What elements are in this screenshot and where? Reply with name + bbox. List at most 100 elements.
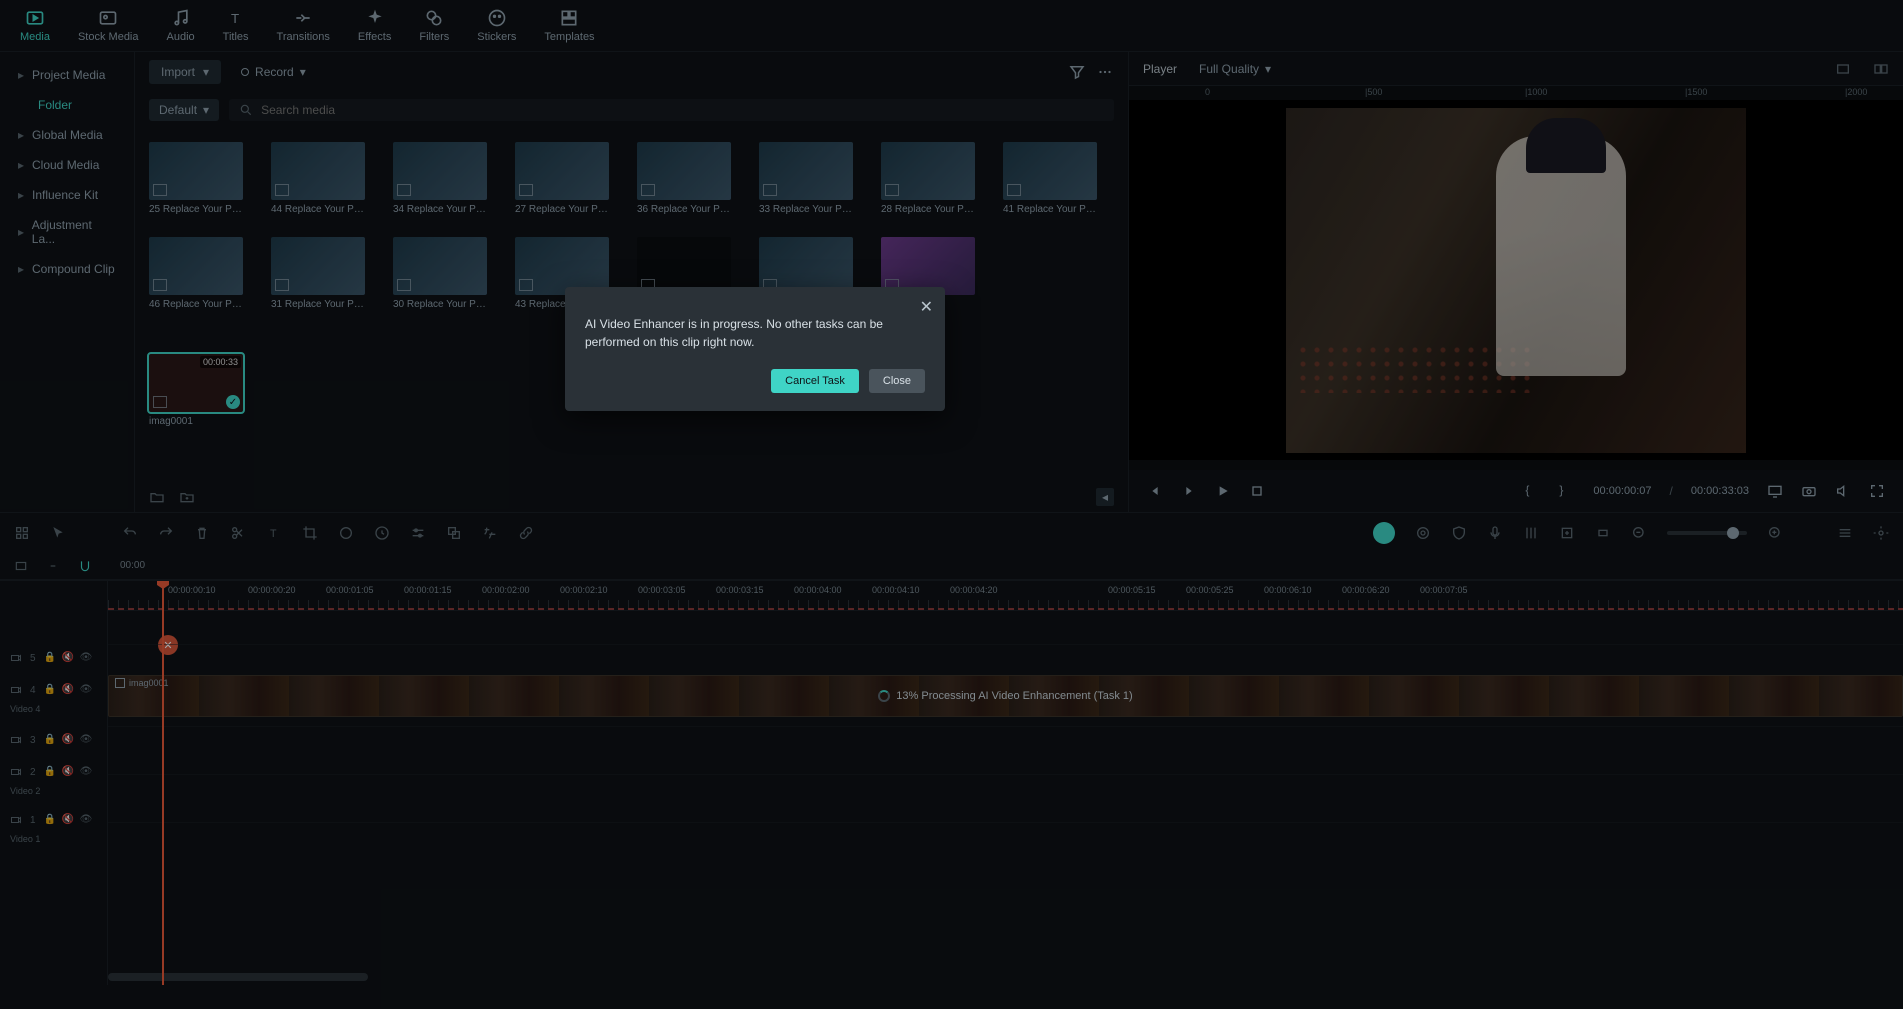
tab-titles[interactable]: T Titles: [223, 8, 249, 43]
prev-frame-icon[interactable]: [1147, 483, 1163, 499]
delete-icon[interactable]: [194, 525, 210, 541]
search-input[interactable]: [261, 103, 1104, 117]
quality-dropdown[interactable]: Full Quality▾: [1199, 62, 1271, 76]
lock-icon[interactable]: 🔒: [44, 652, 56, 664]
split-icon[interactable]: [230, 525, 246, 541]
sort-dropdown[interactable]: Default▾: [149, 99, 219, 121]
text-icon[interactable]: T: [266, 525, 282, 541]
crop-icon[interactable]: [302, 525, 318, 541]
tab-audio[interactable]: Audio: [167, 8, 195, 43]
tab-transitions[interactable]: Transitions: [277, 8, 330, 43]
eye-icon[interactable]: 👁: [80, 684, 92, 696]
track-head-1[interactable]: 1🔒🔇👁Video 1: [0, 805, 107, 853]
speed-icon[interactable]: [374, 525, 390, 541]
cursor-icon[interactable]: [50, 525, 66, 541]
eye-icon[interactable]: 👁: [80, 766, 92, 778]
sidebar-item-influence-kit[interactable]: ▸Influence Kit: [0, 180, 134, 210]
mute-icon[interactable]: 🔇: [62, 652, 74, 664]
track-head-3[interactable]: 3🔒🔇👁: [0, 723, 107, 757]
track-row[interactable]: [108, 775, 1903, 823]
tab-effects[interactable]: Effects: [358, 8, 391, 43]
tab-stickers[interactable]: Stickers: [477, 8, 516, 43]
mute-icon[interactable]: 🔇: [62, 766, 74, 778]
folder-add-icon[interactable]: [179, 489, 195, 505]
compare-icon[interactable]: [1873, 61, 1889, 77]
filter-icon[interactable]: [1068, 63, 1086, 81]
media-item[interactable]: 36 Replace Your Photo: [637, 142, 731, 215]
zoom-in-icon[interactable]: [1767, 525, 1783, 541]
lock-icon[interactable]: 🔒: [44, 684, 56, 696]
track-head-4[interactable]: 4🔒🔇👁Video 4: [0, 675, 107, 723]
folder-icon[interactable]: [149, 489, 165, 505]
cancel-task-button[interactable]: Cancel Task: [771, 369, 859, 393]
timeline-ruler[interactable]: 00:00:00:10 00:00:00:20 00:00:01:05 00:0…: [108, 581, 1903, 611]
monitor-icon[interactable]: [1767, 483, 1783, 499]
track-row[interactable]: [108, 727, 1903, 775]
import-button[interactable]: Import▾: [149, 60, 221, 84]
list-icon[interactable]: [1837, 525, 1853, 541]
tab-templates[interactable]: Templates: [544, 8, 594, 43]
target-icon[interactable]: [1415, 525, 1431, 541]
track-row[interactable]: [108, 611, 1903, 645]
zoom-out-icon[interactable]: [1631, 525, 1647, 541]
collapse-icon[interactable]: ◂: [1096, 488, 1114, 506]
close-icon[interactable]: ✕: [920, 297, 933, 317]
redo-icon[interactable]: [158, 525, 174, 541]
track-head-5[interactable]: 5🔒🔇👁: [0, 641, 107, 675]
volume-icon[interactable]: [1835, 483, 1851, 499]
lock-icon[interactable]: 🔒: [44, 814, 56, 826]
media-item[interactable]: 30 Replace Your Photo: [393, 237, 487, 310]
ratio-icon[interactable]: [1835, 61, 1851, 77]
lock-track-icon[interactable]: [14, 559, 28, 573]
mute-icon[interactable]: 🔇: [62, 814, 74, 826]
eye-icon[interactable]: 👁: [80, 734, 92, 746]
play-icon[interactable]: [1215, 483, 1231, 499]
chain-icon[interactable]: [518, 525, 534, 541]
media-item[interactable]: 34 Replace Your Photo: [393, 142, 487, 215]
media-item[interactable]: 44 Replace Your Photo: [271, 142, 365, 215]
undo-icon[interactable]: [122, 525, 138, 541]
record-button[interactable]: Record▾: [231, 60, 316, 84]
media-item[interactable]: 31 Replace Your Photo: [271, 237, 365, 310]
adjust-icon[interactable]: [410, 525, 426, 541]
playhead[interactable]: [162, 581, 164, 985]
eye-icon[interactable]: 👁: [80, 652, 92, 664]
sidebar-item-cloud-media[interactable]: ▸Cloud Media: [0, 150, 134, 180]
media-item[interactable]: 41 Replace Your Photo: [1003, 142, 1097, 215]
magnet-icon[interactable]: [14, 525, 30, 541]
keyframe-icon[interactable]: [1595, 525, 1611, 541]
lock-icon[interactable]: 🔒: [44, 734, 56, 746]
sidebar-item-folder[interactable]: Folder: [0, 90, 134, 120]
snapshot-icon[interactable]: [1801, 483, 1817, 499]
mark-out-icon[interactable]: }: [1559, 483, 1575, 499]
track-area[interactable]: 00:00:00:10 00:00:00:20 00:00:01:05 00:0…: [108, 581, 1903, 985]
snap-icon[interactable]: [78, 559, 92, 573]
lock-icon[interactable]: 🔒: [44, 766, 56, 778]
eye-icon[interactable]: 👁: [80, 814, 92, 826]
media-item[interactable]: 25 Replace Your Photo: [149, 142, 243, 215]
media-item-selected[interactable]: 00:00:33 ✓ imag0001: [149, 354, 243, 427]
link-icon[interactable]: [338, 525, 354, 541]
settings-icon[interactable]: [1873, 525, 1889, 541]
mixer-icon[interactable]: [1523, 525, 1539, 541]
mute-icon[interactable]: 🔇: [62, 734, 74, 746]
media-item[interactable]: 27 Replace Your Photo: [515, 142, 609, 215]
fullscreen-icon[interactable]: [1869, 483, 1885, 499]
mic-icon[interactable]: [1487, 525, 1503, 541]
sidebar-item-project-media[interactable]: ▸Project Media: [0, 60, 134, 90]
translate-icon[interactable]: [482, 525, 498, 541]
media-item[interactable]: 33 Replace Your Photo: [759, 142, 853, 215]
zoom-slider[interactable]: [1667, 531, 1747, 535]
more-icon[interactable]: [1096, 63, 1114, 81]
sidebar-item-compound-clip[interactable]: ▸Compound Clip: [0, 254, 134, 284]
video-clip[interactable]: imag0001 13% Processing AI Video Enhance…: [108, 675, 1903, 717]
marker-add-icon[interactable]: [1559, 525, 1575, 541]
sidebar-item-adjustment-layer[interactable]: ▸Adjustment La...: [0, 210, 134, 254]
color-wheel-icon[interactable]: [1373, 522, 1395, 544]
horizontal-scrollbar[interactable]: [108, 973, 368, 981]
tab-filters[interactable]: Filters: [419, 8, 449, 43]
group-icon[interactable]: [446, 525, 462, 541]
mute-icon[interactable]: 🔇: [62, 684, 74, 696]
media-item[interactable]: 46 Replace Your Photo: [149, 237, 243, 310]
close-button[interactable]: Close: [869, 369, 925, 393]
